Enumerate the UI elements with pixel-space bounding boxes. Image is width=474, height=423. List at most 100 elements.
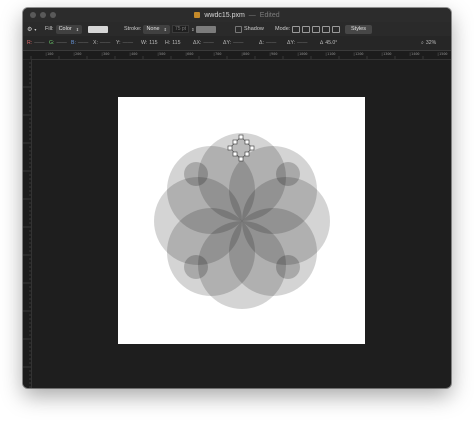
ruler-ticks bbox=[23, 59, 31, 388]
rotation-value: 45.0° bbox=[325, 40, 338, 46]
dy-value: —— bbox=[233, 40, 244, 46]
zoom-value: 32% bbox=[425, 40, 437, 46]
mode-divide-icon[interactable] bbox=[332, 25, 341, 33]
chevron-down-icon: ⇕ bbox=[163, 26, 167, 32]
artwork bbox=[154, 133, 330, 309]
zoom-readout[interactable]: ⌕ 32% bbox=[421, 40, 436, 47]
ruler-label: |1100 bbox=[325, 52, 336, 56]
styles-control: Styles bbox=[345, 24, 372, 34]
document-canvas[interactable] bbox=[118, 97, 365, 344]
fill-type-dropdown[interactable]: Color ⇕ bbox=[55, 24, 83, 34]
ruler-label: |300 bbox=[101, 52, 110, 56]
mode-subtract-icon[interactable] bbox=[302, 25, 311, 33]
ruler-label: |1400 bbox=[409, 52, 420, 56]
r-readout: R: —— bbox=[27, 40, 45, 46]
angle-label: Δ: bbox=[259, 40, 264, 46]
h-value: 115 bbox=[172, 40, 181, 46]
stroke-type-dropdown[interactable]: None ⇕ bbox=[143, 24, 170, 34]
ruler-label: |1500 bbox=[437, 52, 448, 56]
mode-combine-icon[interactable] bbox=[292, 25, 301, 33]
y-label: Y: bbox=[116, 40, 121, 46]
selection-handle[interactable] bbox=[238, 134, 244, 140]
selection-handle[interactable] bbox=[227, 145, 233, 151]
edited-status: Edited bbox=[259, 11, 280, 19]
mode-control: Mode: bbox=[275, 25, 341, 33]
dx-readout: ΔX: —— bbox=[193, 40, 214, 46]
styles-button[interactable]: Styles bbox=[345, 24, 372, 34]
tool-menu[interactable]: ⚙ ▾ bbox=[27, 26, 36, 33]
ruler-label: |1200 bbox=[353, 52, 364, 56]
zoom-icon: ⌕ bbox=[421, 39, 424, 46]
info-bar: R: —— G: —— B: —— X: —— Y: —— W: 115 H: … bbox=[23, 36, 451, 51]
r-label: R: bbox=[27, 40, 33, 46]
stroke-control: Stroke: None ⇕ 75 pt ⇕ bbox=[124, 24, 217, 34]
tool-options-bar: ⚙ ▾ Fill: Color ⇕ Stroke: None ⇕ 75 pt ⇕ S… bbox=[23, 22, 451, 36]
selection-handle[interactable] bbox=[232, 151, 238, 157]
shadow-checkbox[interactable] bbox=[235, 25, 242, 33]
selection-handle[interactable] bbox=[244, 151, 250, 157]
rotation-label: ∆ bbox=[320, 40, 324, 46]
stepper-icon[interactable]: ⇕ bbox=[191, 27, 194, 32]
shadow-label: Shadow bbox=[244, 26, 264, 32]
chevron-down-icon: ▾ bbox=[34, 26, 37, 32]
dx-value: —— bbox=[203, 40, 214, 46]
ruler-label: |600 bbox=[185, 52, 194, 56]
fill-type-value: Color bbox=[58, 25, 72, 32]
ruler-label: |900 bbox=[269, 52, 278, 56]
g-readout: G: —— bbox=[49, 40, 67, 46]
ruler-label: |400 bbox=[129, 52, 138, 56]
x-readout: X: —— bbox=[93, 40, 110, 46]
mode-label: Mode: bbox=[275, 26, 291, 32]
b-readout: B: —— bbox=[71, 40, 88, 46]
ruler-label: |700 bbox=[213, 52, 222, 56]
y-readout: Y: —— bbox=[116, 40, 133, 46]
close-button[interactable] bbox=[30, 12, 36, 18]
fill-control: Fill: Color ⇕ bbox=[45, 24, 109, 34]
rotation-readout: ∆ 45.0° bbox=[320, 40, 337, 46]
angle-value: —— bbox=[265, 40, 277, 46]
vertical-ruler bbox=[23, 59, 32, 388]
stroke-label: Stroke: bbox=[124, 26, 142, 32]
r-value: —— bbox=[34, 40, 45, 46]
window-title: wwdc15.pxm — Edited bbox=[194, 11, 280, 19]
document-name: wwdc15.pxm bbox=[204, 11, 245, 19]
stroke-color-swatch[interactable] bbox=[196, 25, 217, 33]
ruler-label: |800 bbox=[241, 52, 250, 56]
ruler-label: |500 bbox=[157, 52, 166, 56]
ruler-ticks bbox=[30, 56, 424, 59]
minimize-button[interactable] bbox=[40, 12, 46, 18]
w-readout: W: 115 bbox=[141, 40, 158, 46]
angle-readout: Δ: —— bbox=[259, 40, 276, 46]
x-label: X: bbox=[93, 40, 98, 46]
chevron-down-icon: ⇕ bbox=[75, 26, 80, 32]
selection-handle[interactable] bbox=[232, 139, 238, 145]
g-label: G: bbox=[49, 40, 55, 46]
distance-value: —— bbox=[297, 40, 308, 46]
h-label: H: bbox=[165, 40, 171, 46]
horizontal-ruler: |100 |200 |300 |400 |500 |600 |700 |800 … bbox=[23, 51, 451, 60]
w-label: W: bbox=[141, 40, 148, 46]
ruler-label: |1300 bbox=[381, 52, 392, 56]
window-controls bbox=[30, 12, 56, 18]
stroke-type-value: None bbox=[146, 25, 160, 32]
selection-handle[interactable] bbox=[244, 139, 250, 145]
dy-readout: ΔY: —— bbox=[223, 40, 243, 46]
dy-label: ΔY: bbox=[223, 40, 232, 46]
zoom-button[interactable] bbox=[50, 12, 56, 18]
b-value: —— bbox=[77, 40, 89, 46]
x-value: —— bbox=[99, 40, 111, 46]
fill-label: Fill: bbox=[45, 26, 54, 32]
fill-color-swatch[interactable] bbox=[88, 25, 109, 33]
mode-intersect-icon[interactable] bbox=[312, 25, 321, 33]
selection-handle[interactable] bbox=[249, 145, 255, 151]
y-value: —— bbox=[122, 40, 133, 46]
selection-handle[interactable] bbox=[238, 156, 244, 162]
mode-exclude-icon[interactable] bbox=[322, 25, 331, 33]
ruler-label: |1000 bbox=[297, 52, 308, 56]
stroke-width-field[interactable]: 75 pt bbox=[171, 25, 190, 33]
document-icon bbox=[194, 12, 201, 18]
distance-label: ΔY: bbox=[287, 40, 296, 46]
g-value: —— bbox=[56, 40, 67, 46]
title-separator: — bbox=[248, 11, 256, 19]
gear-icon: ⚙ bbox=[27, 26, 33, 33]
